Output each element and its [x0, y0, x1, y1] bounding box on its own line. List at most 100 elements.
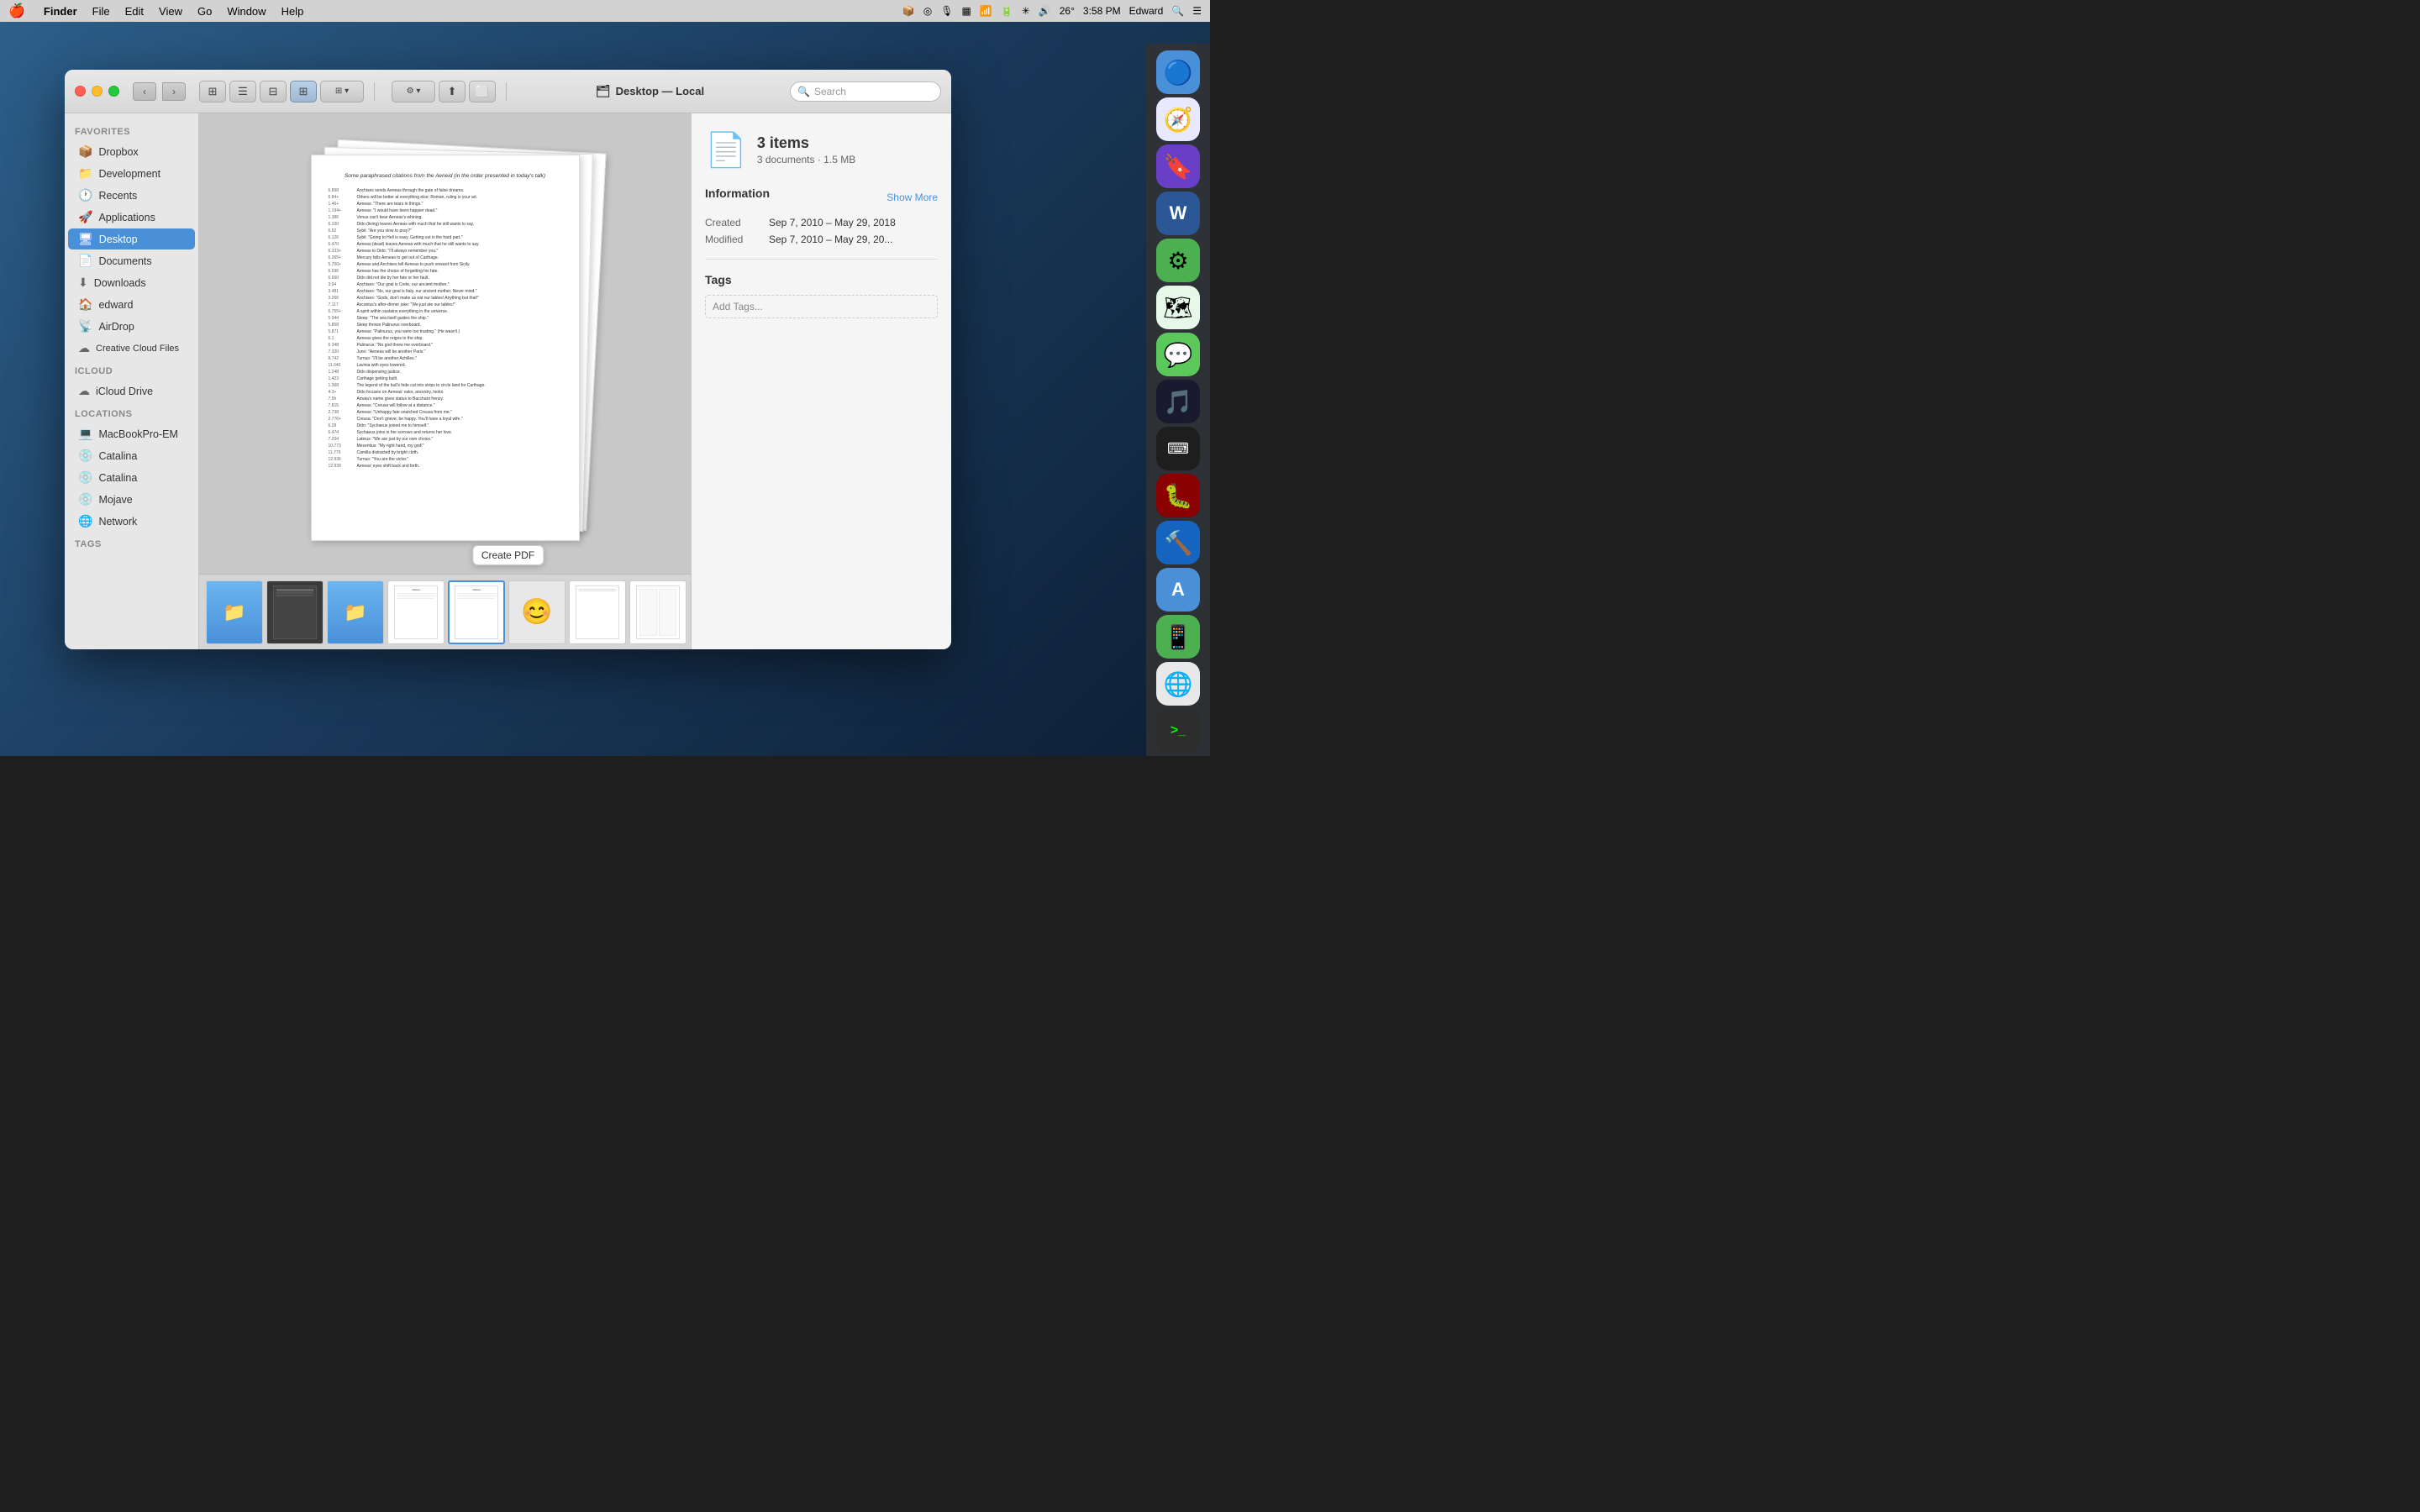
menubar-mic[interactable]: 🎙 [940, 5, 953, 17]
menubar-volume[interactable]: 🔊 [1039, 5, 1051, 17]
sidebar-item-creative-cloud[interactable]: ☁ Creative Cloud Files [68, 338, 195, 359]
thumb-folder-2[interactable]: 📁 [327, 580, 384, 644]
folder-icon: 📁 [223, 601, 245, 623]
search-placeholder: Search [814, 86, 846, 97]
sidebar-item-airdrop[interactable]: 📡 AirDrop [68, 316, 195, 337]
dock-app1[interactable]: 🔖 [1156, 144, 1200, 188]
maximize-button[interactable] [108, 86, 119, 97]
forward-button[interactable]: › [162, 82, 186, 101]
minimize-button[interactable] [92, 86, 103, 97]
back-button[interactable]: ‹ [133, 82, 156, 101]
citation-line: 3.266Anchises: "Gods, don't make us eat … [329, 295, 562, 302]
sidebar-item-recents[interactable]: 🕐 Recents [68, 185, 195, 206]
dock-iterm[interactable]: >_ [1156, 709, 1200, 753]
citation-ref: 7.5h [329, 396, 354, 402]
tag-button[interactable]: ⬜ [469, 81, 496, 102]
thumb-doc-1[interactable] [266, 580, 324, 644]
view-icon-button[interactable]: ⊞ [199, 81, 226, 102]
dock-app2[interactable]: ⚙ [1156, 239, 1200, 282]
thumb-doc-3[interactable] [569, 580, 626, 644]
sidebar-item-development[interactable]: 📁 Development [68, 163, 195, 184]
menubar-search[interactable]: 🔍 [1171, 5, 1184, 17]
thumb-doc-2[interactable]: Citations [387, 580, 445, 644]
sidebar-label-downloads: Downloads [94, 277, 146, 289]
citation-line: 11.640Lavinia with eyes lowered. [329, 362, 562, 369]
titlebar: ‹ › ⊞ ☰ ⊟ ⊞ ⊞ ▾ ⚙ ▾ ⬆ ⬜ 🗂 Desktop — Loca… [65, 70, 951, 113]
sidebar-item-desktop[interactable]: 🖥 Desktop [68, 228, 195, 249]
menubar-temperature[interactable]: 26° [1060, 5, 1075, 17]
thumb-doc-4[interactable] [629, 580, 687, 644]
dock-maps[interactable]: 🗺 [1156, 286, 1200, 329]
menubar-wifi[interactable]: 📶 [980, 5, 992, 17]
sidebar-item-catalina1[interactable]: 💿 Catalina [68, 445, 195, 466]
menubar-view[interactable]: View [159, 5, 182, 18]
sidebar-item-downloads[interactable]: ⬇ Downloads [68, 272, 195, 293]
search-bar[interactable]: 🔍 Search [790, 81, 941, 102]
information-section-title: Information [705, 186, 770, 200]
dropbox-icon: 📦 [78, 144, 92, 159]
sidebar-item-dropbox[interactable]: 📦 Dropbox [68, 141, 195, 162]
sidebar-item-catalina2[interactable]: 💿 Catalina [68, 467, 195, 488]
menubar-battery[interactable]: 🔋 [1001, 5, 1013, 17]
thumb-folder-1[interactable]: 📁 [206, 580, 263, 644]
thumb-face[interactable]: 😊 [508, 580, 566, 644]
doc-front[interactable]: Some paraphrased citations from the Aene… [311, 155, 580, 541]
citation-line: 6.52Sybil: "Are you slow to pray?" [329, 228, 562, 234]
citation-ref: 7.204 [329, 436, 354, 443]
citation-line: 7.204Latinus: "We are just by our own ch… [329, 436, 562, 443]
menubar-bluetooth[interactable]: ✳ [1022, 5, 1030, 17]
dock-messages[interactable]: 💬 [1156, 333, 1200, 376]
citation-text: Aeneas: "I would have been happier dead.… [357, 207, 438, 214]
menubar-edit[interactable]: Edit [125, 5, 144, 18]
share-button[interactable]: ⬆ [439, 81, 466, 102]
menubar-file[interactable]: File [92, 5, 110, 18]
citation-ref: 7.117 [329, 302, 354, 308]
citation-ref: 6.265+ [329, 255, 354, 261]
menubar-go[interactable]: Go [197, 5, 212, 18]
menubar-notif[interactable]: ☰ [1192, 5, 1202, 17]
dock-safari[interactable]: 🧭 [1156, 97, 1200, 141]
dock-app4[interactable]: 📱 [1156, 615, 1200, 659]
menubar-window[interactable]: Window [227, 5, 266, 18]
menubar-unknown2[interactable]: ▦ [961, 5, 971, 17]
menubar-unknown1[interactable]: ◎ [923, 5, 932, 17]
sidebar-item-edward[interactable]: 🏠 edward [68, 294, 195, 315]
dock-app3[interactable]: 🐛 [1156, 474, 1200, 517]
dock-chrome[interactable]: 🌐 [1156, 662, 1200, 706]
close-button[interactable] [75, 86, 86, 97]
dock-xcode[interactable]: 🔨 [1156, 521, 1200, 564]
menubar-help[interactable]: Help [281, 5, 304, 18]
action-button[interactable]: ⚙ ▾ [392, 81, 435, 102]
thumb-doc-selected[interactable]: Citations [448, 580, 505, 644]
locations-label: Locations [65, 402, 198, 423]
view-list-button[interactable]: ☰ [229, 81, 256, 102]
sidebar-item-applications[interactable]: 🚀 Applications [68, 207, 195, 228]
sidebar-item-network[interactable]: 🌐 Network [68, 511, 195, 532]
dock-word[interactable]: W [1156, 192, 1200, 235]
thumb-doc-5[interactable] [690, 580, 691, 644]
show-more-button[interactable]: Show More [886, 192, 938, 203]
view-cover-button[interactable]: ⊞ [290, 81, 317, 102]
sidebar-item-macbookpro[interactable]: 💻 MacBookPro-EM [68, 423, 195, 444]
citation-ref: 2.738 [329, 409, 354, 416]
dock-music[interactable]: 🎵 [1156, 380, 1200, 423]
menubar-dropbox[interactable]: 📦 [902, 5, 915, 17]
citation-line: 5.700+Aeneas and Anchises tell Aeneas to… [329, 261, 562, 268]
view-column-button[interactable]: ⊟ [260, 81, 287, 102]
add-tags-field[interactable]: Add Tags... [705, 295, 938, 318]
citation-ref: 9.742 [329, 355, 354, 362]
citation-ref: 6.470 [329, 241, 354, 248]
citation-text: Lavinia with eyes lowered. [357, 362, 406, 369]
dock-finder[interactable]: 🔵 [1156, 50, 1200, 94]
menubar-app-name[interactable]: Finder [44, 5, 77, 18]
sidebar-item-icloud-drive[interactable]: ☁ iCloud Drive [68, 381, 195, 402]
sidebar-item-mojave[interactable]: 💿 Mojave [68, 489, 195, 510]
sidebar-label-airdrop: AirDrop [98, 321, 134, 333]
created-row: Created Sep 7, 2010 – May 29, 2018 [705, 217, 938, 228]
sidebar-item-documents[interactable]: 📄 Documents [68, 250, 195, 271]
arrange-button[interactable]: ⊞ ▾ [320, 81, 364, 102]
apple-menu[interactable]: 🍎 [8, 3, 25, 19]
dock-terminal[interactable]: ⌨ [1156, 427, 1200, 470]
dock-appstore[interactable]: A [1156, 568, 1200, 612]
menubar-user[interactable]: Edward [1129, 5, 1164, 17]
